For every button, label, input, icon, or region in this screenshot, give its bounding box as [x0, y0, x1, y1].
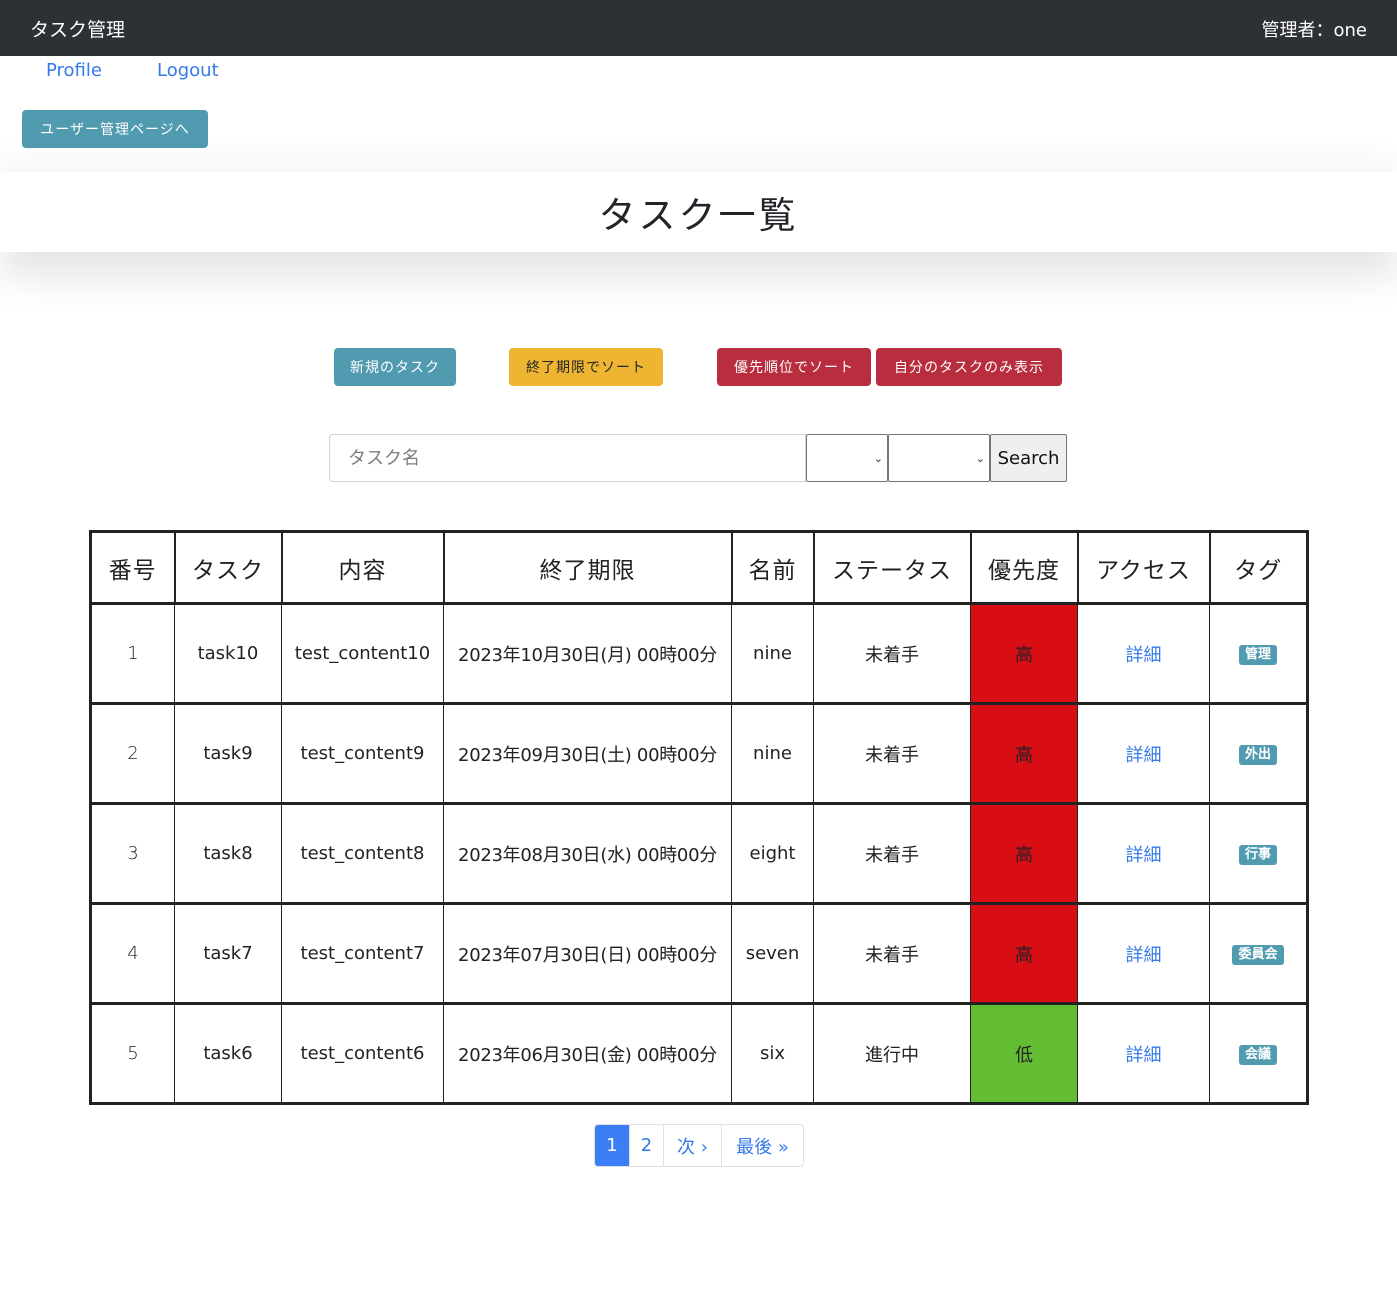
row-number: 4: [90, 902, 175, 1005]
row-number: 5: [90, 1002, 175, 1105]
task-content: test_content6: [281, 1002, 444, 1105]
tag-badge: 委員会: [1232, 945, 1284, 965]
table-row: 2 task9 test_content9 2023年09月30日(土) 00時…: [90, 702, 1308, 805]
tag-badge: 行事: [1238, 845, 1277, 865]
table-row: 5 task6 test_content6 2023年06月30日(金) 00時…: [90, 1002, 1308, 1105]
tag-cell: 委員会: [1209, 902, 1308, 1005]
task-content: test_content10: [281, 602, 444, 705]
task-owner-name: eight: [731, 802, 814, 905]
task-deadline: 2023年08月30日(水) 00時00分: [443, 802, 732, 905]
detail-link[interactable]: 詳細: [1126, 745, 1162, 766]
task-deadline: 2023年07月30日(日) 00時00分: [443, 902, 732, 1005]
page-title: タスク一覧: [598, 194, 799, 237]
task-deadline: 2023年09月30日(土) 00時00分: [443, 702, 732, 805]
tag-badge: 外出: [1238, 745, 1277, 765]
page-next[interactable]: 次 ›: [663, 1125, 721, 1166]
task-title: task9: [174, 702, 282, 805]
sort-deadline-button[interactable]: 終了期限でソート: [509, 348, 663, 386]
task-status: 未着手: [813, 602, 971, 705]
access-cell: 詳細: [1077, 602, 1210, 705]
tag-select[interactable]: ⌄: [888, 434, 990, 482]
task-title: task8: [174, 802, 282, 905]
table-row: 1 task10 test_content10 2023年10月30日(月) 0…: [90, 602, 1308, 705]
task-priority: 高: [970, 902, 1078, 1005]
tag-cell: 会議: [1209, 1002, 1308, 1105]
brand-title[interactable]: タスク管理: [30, 15, 125, 42]
task-table: 番号 タスク 内容 終了期限 名前 ステータス 優先度 アクセス タグ 1 ta…: [89, 530, 1309, 1105]
detail-link[interactable]: 詳細: [1126, 1045, 1162, 1066]
task-owner-name: nine: [731, 702, 814, 805]
chevron-down-icon: ⌄: [975, 451, 985, 465]
header-content: 内容: [280, 530, 445, 605]
header-status: ステータス: [812, 530, 972, 605]
row-number: 3: [90, 802, 175, 905]
task-status: 未着手: [813, 702, 971, 805]
access-cell: 詳細: [1077, 702, 1210, 805]
task-priority: 高: [970, 602, 1078, 705]
task-priority: 高: [970, 802, 1078, 905]
access-cell: 詳細: [1077, 1002, 1210, 1105]
task-status: 未着手: [813, 802, 971, 905]
access-cell: 詳細: [1077, 902, 1210, 1005]
table-row: 3 task8 test_content8 2023年08月30日(水) 00時…: [90, 802, 1308, 905]
title-band: タスク一覧: [0, 172, 1397, 252]
task-title: task10: [174, 602, 282, 705]
user-admin-button[interactable]: ユーザー管理ページへ: [22, 110, 208, 148]
tag-cell: 外出: [1209, 702, 1308, 805]
task-owner-name: six: [731, 1002, 814, 1105]
task-priority: 高: [970, 702, 1078, 805]
task-content: test_content7: [281, 902, 444, 1005]
task-title: task7: [174, 902, 282, 1005]
task-content: test_content9: [281, 702, 444, 805]
tag-cell: 管理: [1209, 602, 1308, 705]
row-number: 1: [90, 602, 175, 705]
table-row: 4 task7 test_content7 2023年07月30日(日) 00時…: [90, 902, 1308, 1005]
table-header-row: 番号 タスク 内容 終了期限 名前 ステータス 優先度 アクセス タグ: [89, 530, 1309, 605]
tag-badge: 会議: [1238, 1045, 1277, 1065]
task-owner-name: seven: [731, 902, 814, 1005]
task-deadline: 2023年06月30日(金) 00時00分: [443, 1002, 732, 1105]
detail-link[interactable]: 詳細: [1126, 645, 1162, 666]
chevron-down-icon: ⌄: [873, 451, 883, 465]
row-number: 2: [90, 702, 175, 805]
logout-link[interactable]: Logout: [157, 60, 219, 81]
task-content: test_content8: [281, 802, 444, 905]
task-status: 進行中: [813, 1002, 971, 1105]
header-tag: タグ: [1208, 530, 1309, 605]
detail-link[interactable]: 詳細: [1126, 945, 1162, 966]
navbar: タスク管理 管理者：one: [0, 0, 1397, 56]
header-priority: 優先度: [969, 530, 1079, 605]
task-deadline: 2023年10月30日(月) 00時00分: [443, 602, 732, 705]
page-2[interactable]: 2: [629, 1125, 663, 1166]
tag-badge: 管理: [1238, 645, 1277, 665]
header-deadline: 終了期限: [442, 530, 733, 605]
access-cell: 詳細: [1077, 802, 1210, 905]
page-1[interactable]: 1: [595, 1125, 629, 1166]
task-status: 未着手: [813, 902, 971, 1005]
page-last[interactable]: 最後 »: [721, 1125, 803, 1166]
only-mine-button[interactable]: 自分のタスクのみ表示: [876, 348, 1062, 386]
task-name-search-input[interactable]: [329, 434, 806, 482]
header-number: 番号: [89, 530, 176, 605]
header-task: タスク: [173, 530, 283, 605]
task-owner-name: nine: [731, 602, 814, 705]
profile-link[interactable]: Profile: [46, 60, 102, 81]
header-name: 名前: [730, 530, 815, 605]
pagination: 1 2 次 › 最後 »: [594, 1124, 804, 1167]
sort-priority-button[interactable]: 優先順位でソート: [717, 348, 871, 386]
status-select[interactable]: ⌄: [806, 434, 888, 482]
admin-label: 管理者：one: [1261, 20, 1368, 41]
tag-cell: 行事: [1209, 802, 1308, 905]
detail-link[interactable]: 詳細: [1126, 845, 1162, 866]
task-priority: 低: [970, 1002, 1078, 1105]
new-task-button[interactable]: 新規のタスク: [334, 348, 456, 386]
search-button[interactable]: Search: [990, 434, 1067, 482]
task-title: task6: [174, 1002, 282, 1105]
header-access: アクセス: [1076, 530, 1211, 605]
